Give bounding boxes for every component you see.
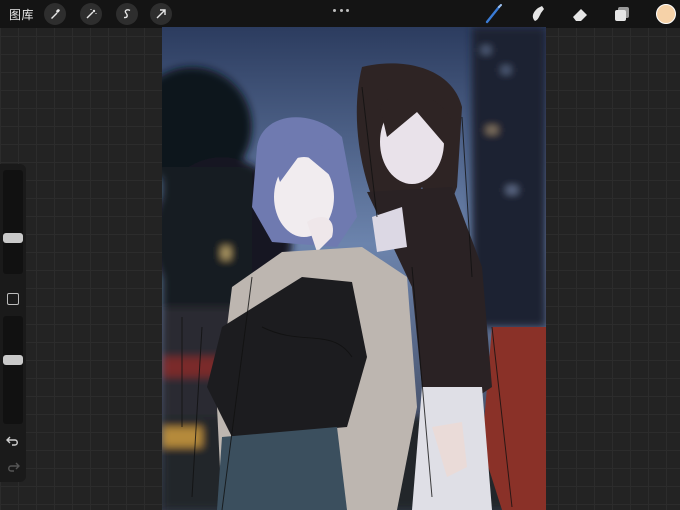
actions-wrench-icon[interactable] — [44, 3, 66, 25]
adjustments-wand-icon[interactable] — [80, 3, 102, 25]
more-options-dots[interactable] — [333, 9, 349, 15]
redo-icon[interactable] — [6, 460, 20, 474]
opacity-knob[interactable] — [3, 355, 23, 366]
color-picker-swatch[interactable] — [656, 4, 676, 24]
brush-size-slider[interactable] — [3, 170, 23, 274]
top-toolbar: 图库 — [0, 0, 680, 28]
transform-arrow-icon[interactable] — [150, 3, 172, 25]
canvas-illustration — [162, 27, 546, 510]
brush-size-knob[interactable] — [3, 232, 23, 243]
gallery-button[interactable]: 图库 — [9, 6, 34, 23]
selection-s-icon[interactable] — [116, 3, 138, 25]
drawing-canvas[interactable] — [162, 27, 546, 510]
modify-square-icon[interactable] — [7, 293, 19, 305]
opacity-slider[interactable] — [3, 316, 23, 424]
brush-icon[interactable] — [484, 4, 504, 24]
smudge-icon[interactable] — [527, 4, 547, 24]
eraser-icon[interactable] — [570, 4, 590, 24]
undo-icon[interactable] — [6, 434, 20, 448]
layers-icon[interactable] — [612, 4, 632, 24]
left-sidebar — [0, 164, 26, 482]
